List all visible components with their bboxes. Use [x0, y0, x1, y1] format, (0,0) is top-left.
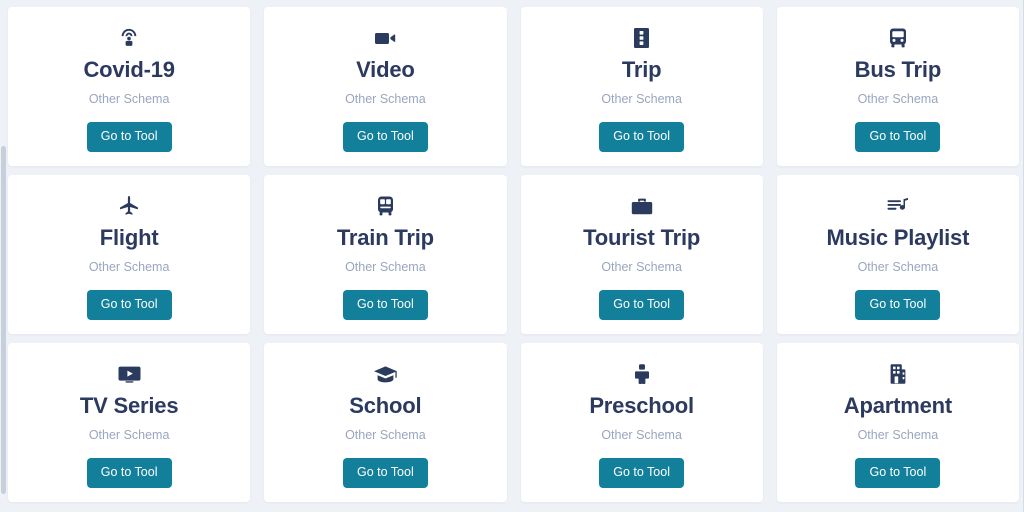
- go-to-tool-button[interactable]: Go to Tool: [342, 458, 428, 488]
- card-title: Preschool: [589, 393, 694, 418]
- bus-icon: [888, 25, 908, 51]
- suitcase-icon: [633, 25, 650, 51]
- card-subtitle: Other Schema: [601, 428, 682, 443]
- virus-broadcast-icon: [118, 25, 140, 51]
- schema-card[interactable]: Flight Other Schema Go to Tool: [8, 175, 251, 334]
- schema-card-grid: Covid-19 Other Schema Go to Tool Video O…: [8, 0, 1023, 502]
- go-to-tool-button[interactable]: Go to Tool: [599, 458, 684, 488]
- card-title: Bus Trip: [854, 57, 942, 82]
- schema-card[interactable]: Apartment Other Schema Go to Tool: [776, 343, 1019, 502]
- schema-card[interactable]: Trip Other Schema Go to Tool: [520, 7, 763, 166]
- card-subtitle: Other Schema: [88, 428, 170, 443]
- schema-card[interactable]: School Other Schema Go to Tool: [264, 343, 507, 502]
- go-to-tool-button[interactable]: Go to Tool: [599, 290, 684, 320]
- card-subtitle: Other Schema: [857, 428, 939, 443]
- child-icon: [634, 361, 650, 387]
- schema-card[interactable]: Covid-19 Other Schema Go to Tool: [8, 7, 251, 166]
- go-to-tool-button[interactable]: Go to Tool: [855, 122, 941, 152]
- card-title: Tourist Trip: [583, 225, 701, 250]
- card-title: TV Series: [79, 393, 179, 418]
- schema-card[interactable]: Bus Trip Other Schema Go to Tool: [776, 7, 1019, 166]
- card-title: Covid-19: [83, 57, 175, 82]
- schema-card[interactable]: Video Other Schema Go to Tool: [264, 7, 507, 166]
- schema-card[interactable]: Music Playlist Other Schema Go to Tool: [776, 175, 1019, 334]
- schema-card[interactable]: Tourist Trip Other Schema Go to Tool: [520, 175, 763, 334]
- go-to-tool-button[interactable]: Go to Tool: [342, 290, 428, 320]
- card-title: School: [349, 393, 422, 418]
- card-subtitle: Other Schema: [345, 428, 426, 443]
- apartment-building-icon: [889, 361, 907, 387]
- schema-card[interactable]: Preschool Other Schema Go to Tool: [520, 343, 763, 502]
- card-subtitle: Other Schema: [88, 260, 170, 275]
- card-title: Video: [356, 57, 415, 82]
- schema-card[interactable]: Train Trip Other Schema Go to Tool: [264, 175, 507, 334]
- card-title: Trip: [621, 57, 662, 82]
- card-title: Music Playlist: [826, 225, 970, 250]
- card-subtitle: Other Schema: [857, 260, 939, 275]
- card-subtitle: Other Schema: [345, 92, 426, 107]
- card-subtitle: Other Schema: [88, 92, 170, 107]
- go-to-tool-button[interactable]: Go to Tool: [86, 458, 172, 488]
- card-subtitle: Other Schema: [601, 92, 682, 107]
- card-title: Flight: [99, 225, 159, 250]
- video-camera-icon: [373, 25, 397, 51]
- go-to-tool-button[interactable]: Go to Tool: [86, 122, 172, 152]
- go-to-tool-button[interactable]: Go to Tool: [342, 122, 428, 152]
- vertical-scrollbar[interactable]: [0, 0, 7, 512]
- airplane-icon: [118, 193, 140, 219]
- playlist-music-icon: [886, 193, 910, 219]
- scrollbar-thumb[interactable]: [1, 146, 6, 494]
- schema-tools-viewport: Covid-19 Other Schema Go to Tool Video O…: [0, 0, 1024, 512]
- go-to-tool-button[interactable]: Go to Tool: [599, 122, 684, 152]
- briefcase-icon: [630, 193, 654, 219]
- go-to-tool-button[interactable]: Go to Tool: [855, 290, 941, 320]
- card-subtitle: Other Schema: [857, 92, 939, 107]
- go-to-tool-button[interactable]: Go to Tool: [855, 458, 941, 488]
- schema-card[interactable]: TV Series Other Schema Go to Tool: [8, 343, 251, 502]
- tv-play-icon: [117, 361, 142, 387]
- card-subtitle: Other Schema: [601, 260, 682, 275]
- go-to-tool-button[interactable]: Go to Tool: [86, 290, 172, 320]
- graduation-cap-icon: [373, 361, 398, 387]
- train-icon: [376, 193, 395, 219]
- card-title: Apartment: [843, 393, 952, 418]
- card-subtitle: Other Schema: [345, 260, 426, 275]
- card-title: Train Trip: [336, 225, 434, 250]
